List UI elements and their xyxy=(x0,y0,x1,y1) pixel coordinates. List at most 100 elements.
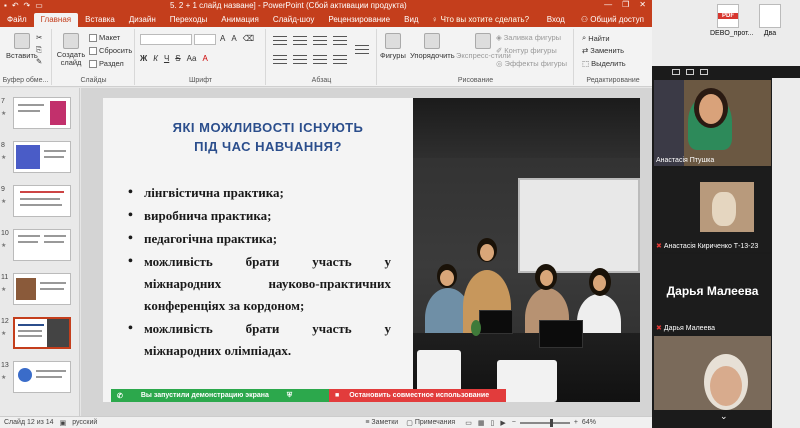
slideshow-view-icon[interactable]: ▶ xyxy=(500,419,505,427)
comments-icon: ▢ xyxy=(406,419,413,427)
change-case-button[interactable]: Aa xyxy=(187,54,197,63)
start-slideshow-icon[interactable]: ▭ xyxy=(35,1,43,10)
tab-slideshow[interactable]: Слайд-шоу xyxy=(266,13,321,27)
italic-button[interactable]: К xyxy=(153,54,158,63)
tell-me-search[interactable]: ♀ Что вы хотите сделать? xyxy=(426,13,535,27)
arrange-button[interactable]: Упорядочить xyxy=(410,33,455,60)
desktop-icon-doc[interactable]: Два xyxy=(752,4,788,37)
undo-icon[interactable]: ↶ xyxy=(12,1,19,10)
sorter-view-icon[interactable]: ▦ xyxy=(478,419,485,427)
thumbnail-slide-7[interactable]: 7 ★ xyxy=(0,96,78,132)
share-button[interactable]: ⚇ Общий доступ xyxy=(573,13,652,27)
animation-star-icon: ★ xyxy=(1,199,7,205)
zoom-in-button[interactable]: + xyxy=(574,419,578,426)
redo-icon[interactable]: ↷ xyxy=(24,1,31,10)
normal-view-icon[interactable]: ▭ xyxy=(465,419,472,427)
team-photo xyxy=(413,98,640,402)
underline-button[interactable]: Ч xyxy=(164,54,169,63)
section-button[interactable]: Раздел xyxy=(89,59,124,68)
thumbnail-slide-12[interactable]: 12 ★ xyxy=(0,316,78,352)
gallery-view-icon[interactable] xyxy=(700,69,708,75)
save-icon[interactable]: ▪ xyxy=(4,1,7,10)
sign-in-link[interactable]: Вход xyxy=(539,13,573,27)
speaker-view-icon[interactable] xyxy=(686,69,694,75)
zoom-level[interactable]: 64% xyxy=(582,419,596,426)
format-painter-icon[interactable]: ✎ xyxy=(36,57,42,66)
bullet-item: можливість брати участь у міжнародних на… xyxy=(128,251,391,317)
ribbon-tabs: Файл Главная Вставка Дизайн Переходы Ани… xyxy=(0,12,652,27)
tab-animations[interactable]: Анимация xyxy=(214,13,266,27)
bullet-item: виробнича практика; xyxy=(128,205,391,227)
stop-sharing-button[interactable]: ■ Остановить совместное использование xyxy=(329,389,506,402)
shape-effects-button[interactable]: ◎ Эффекты фигуры xyxy=(496,59,567,68)
paste-button[interactable]: Вставить xyxy=(6,33,38,60)
comments-button[interactable]: Примечания xyxy=(415,419,455,426)
align-center-icon[interactable] xyxy=(293,55,307,64)
increase-indent-icon[interactable] xyxy=(333,36,347,45)
chevron-down-icon[interactable]: ⌄ xyxy=(720,411,728,422)
thumbnail-slide-10[interactable]: 10 ★ xyxy=(0,228,78,264)
bold-button[interactable]: Ж xyxy=(140,54,147,63)
zoom-out-button[interactable]: − xyxy=(512,419,516,426)
tab-review[interactable]: Рецензирование xyxy=(321,13,397,27)
notes-button[interactable]: Заметки xyxy=(371,419,398,426)
slide-counter: Слайд 12 из 14 xyxy=(4,419,54,426)
mic-muted-icon: ✖ xyxy=(656,325,662,332)
shape-fill-button[interactable]: ◈ Заливка фигуры xyxy=(496,33,561,42)
tab-file[interactable]: Файл xyxy=(0,13,34,27)
numbering-icon[interactable] xyxy=(293,36,307,45)
thumbnail-slide-11[interactable]: 11 ★ xyxy=(0,272,78,308)
slide-canvas[interactable]: ЯКІ МОЖЛИВОСТІ ІСНУЮТЬ ПІД ЧАС НАВЧАННЯ?… xyxy=(103,98,640,402)
justify-icon[interactable] xyxy=(333,55,347,64)
tab-home[interactable]: Главная xyxy=(33,13,79,27)
tab-transitions[interactable]: Переходы xyxy=(163,13,215,27)
thumbnail-preview xyxy=(13,141,71,173)
participant-tile[interactable]: ✖ Анастасія Кириченко Т-13-23 xyxy=(654,168,771,252)
layout-button[interactable]: Макет xyxy=(89,33,120,42)
columns-icon[interactable] xyxy=(355,45,369,54)
reset-button[interactable]: Сбросить xyxy=(89,46,132,55)
decrease-indent-icon[interactable] xyxy=(313,36,327,45)
shapes-button[interactable]: Фигуры xyxy=(380,33,406,60)
close-button[interactable]: ✕ xyxy=(639,0,646,9)
zoom-slider[interactable] xyxy=(519,418,570,427)
replace-icon: ⇄ xyxy=(582,46,589,55)
bullet-list[interactable]: лінгвістична практика; виробнича практик… xyxy=(128,182,391,363)
thumbnail-slide-9[interactable]: 9 ★ xyxy=(0,184,78,220)
shape-outline-button[interactable]: ✐ Контур фигуры xyxy=(496,46,557,55)
participant-tile[interactable] xyxy=(654,336,771,410)
slide-title[interactable]: ЯКІ МОЖЛИВОСТІ ІСНУЮТЬ ПІД ЧАС НАВЧАННЯ? xyxy=(123,118,413,156)
language-indicator[interactable]: русский xyxy=(72,419,97,426)
decrease-font-button[interactable]: A xyxy=(231,34,236,43)
tab-view[interactable]: Вид xyxy=(397,13,425,27)
increase-font-button[interactable]: A xyxy=(220,34,225,43)
align-right-icon[interactable] xyxy=(313,55,327,64)
font-name-box[interactable] xyxy=(140,34,192,45)
font-size-box[interactable] xyxy=(194,34,216,45)
clear-format-icon[interactable]: ⌫ xyxy=(243,34,254,43)
thumbnail-slide-13[interactable]: 13 ★ xyxy=(0,360,78,396)
strikethrough-button[interactable]: S xyxy=(175,54,180,63)
tab-insert[interactable]: Вставка xyxy=(78,13,122,27)
participant-name: ✖ Анастасія Кириченко Т-13-23 xyxy=(656,243,759,250)
spellcheck-icon[interactable]: ▣ xyxy=(60,419,67,427)
copy-icon[interactable]: ⎘ xyxy=(36,45,42,55)
select-button[interactable]: ⬚ Выделить xyxy=(582,59,626,68)
participant-tile[interactable]: Анастасія Птушка xyxy=(654,80,771,166)
cut-icon[interactable]: ✂ xyxy=(36,33,42,42)
find-button[interactable]: ⌕ Найти xyxy=(582,33,610,43)
align-left-icon[interactable] xyxy=(273,55,287,64)
bullets-icon[interactable] xyxy=(273,36,287,45)
replace-button[interactable]: ⇄ Заменить xyxy=(582,46,624,55)
maximize-button[interactable]: ❐ xyxy=(622,0,629,9)
share-status: ✆ Вы запустили демонстрацию экрана ⛨ xyxy=(111,389,329,402)
tab-design[interactable]: Дизайн xyxy=(122,13,163,27)
new-slide-button[interactable]: Создать слайд xyxy=(56,33,86,67)
minimize-button[interactable]: — xyxy=(604,0,612,9)
minimize-panel-icon[interactable] xyxy=(672,69,680,75)
thumbnail-slide-8[interactable]: 8 ★ xyxy=(0,140,78,176)
desktop-icon-pdf[interactable]: DEBO_прот... xyxy=(710,4,753,37)
reading-view-icon[interactable]: ▯ xyxy=(490,419,494,427)
lightbulb-icon: ♀ xyxy=(431,15,438,24)
font-color-icon[interactable]: A xyxy=(202,54,207,63)
